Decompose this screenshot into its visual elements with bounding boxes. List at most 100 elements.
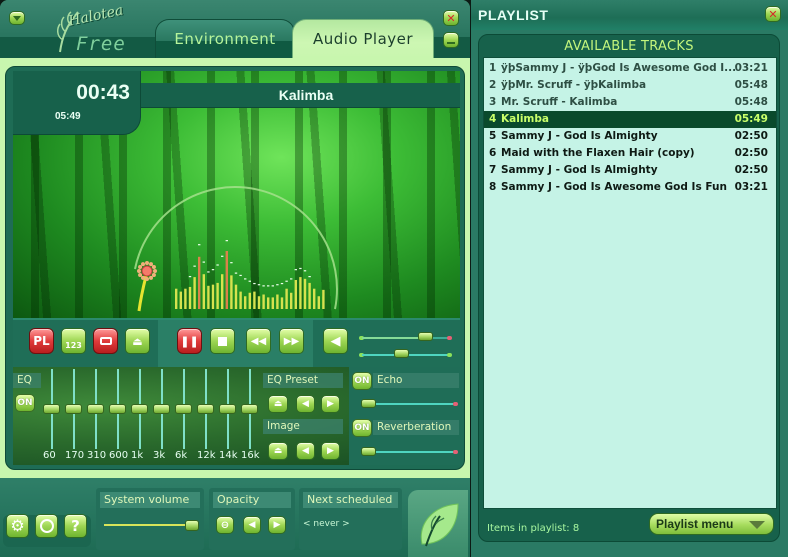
reverb-on-toggle[interactable]: ON [352,419,372,437]
spectrum-bar [271,297,274,309]
playlist-titlebar[interactable]: PLAYLIST ✕ [471,0,788,30]
eq-band-knob[interactable] [197,404,214,414]
image-prev-button[interactable]: ◀ [296,442,315,460]
play-order-button[interactable]: 123 [61,328,86,354]
volume-max-dot [447,336,452,340]
settings-button[interactable]: ⚙ [6,514,29,538]
track-row[interactable]: 8 Sammy J - God Is Awesome God Is Fun 03:2… [484,179,776,196]
opacity-toggle-button[interactable]: ⊖ [216,516,234,534]
track-duration: 02:50 [734,147,768,159]
eq-band-knob[interactable] [65,404,82,414]
track-list[interactable]: 1 ÿþSammy J - ÿþGod Is Awesome God I... 03… [483,57,777,509]
reverb-knob[interactable] [361,447,376,456]
flower-petal [149,275,153,280]
eject-button[interactable]: ⏏ [125,328,150,354]
eq-band-knob[interactable] [241,404,258,414]
spectrum-peak [294,269,297,271]
time-display[interactable]: 00:43 05:49 [13,71,141,135]
eq-band-knob[interactable] [131,404,148,414]
flower-petal [149,262,153,267]
bottom-bar: ⚙ ? System volume Opacity ⊖ ◀ ▶ Next sch… [0,478,470,557]
scheduler-button[interactable] [35,514,58,538]
close-button[interactable]: ✕ [443,10,459,26]
balance-knob[interactable] [393,349,409,358]
track-row[interactable]: 7 Sammy J - God Is Almighty 02:50 [484,162,776,179]
playlist-close-button[interactable]: ✕ [765,6,781,22]
eq-on-toggle[interactable]: ON [15,394,35,412]
system-volume-knob[interactable] [185,520,199,531]
track-row[interactable]: 5 Sammy J - God Is Almighty 02:50 [484,128,776,145]
equalizer-area: EQ ON 60 170 310 600 1k 3k 6k 12k 14k 16k EQ Pres… [13,367,460,465]
stop-button[interactable] [210,328,235,354]
player-titlebar[interactable]: Halotea Free Environment Audio Player ✕ [0,0,470,58]
eq-band-knob[interactable] [87,404,104,414]
spectrum-bar [207,285,210,309]
track-row[interactable]: 3 Mr. Scruff - Kalimba 05:48 [484,94,776,111]
spectrum-bar [322,289,325,309]
progress-flower-handle[interactable] [137,261,157,312]
previous-button[interactable]: ◀◀ [246,328,271,354]
echo-on-toggle[interactable]: ON [352,372,372,390]
eq-preset-load-button[interactable]: ⏏ [268,395,288,413]
environment-launcher-button[interactable] [408,490,468,557]
eq-preset-prev-button[interactable]: ◀ [296,395,315,413]
close-icon: ✕ [446,11,456,25]
mute-button[interactable]: ◀ [323,328,348,354]
spectrum-peak [253,282,256,285]
spectrum-peak [207,271,210,273]
track-name: Sammy J - God Is Awesome God Is Fun [501,181,727,193]
playlist-menu-button[interactable]: Playlist menu [649,513,774,535]
window-menu-button[interactable] [9,11,25,25]
minimize-icon [447,42,455,44]
leaf-icon [420,503,459,547]
spectrum-bar [290,292,293,309]
opacity-decrease-button[interactable]: ◀ [243,516,261,534]
track-duration: 05:48 [734,79,768,91]
spectrum-bar [294,280,297,309]
spectrum-bar [280,297,284,309]
eq-band-knob[interactable] [153,404,170,414]
eq-preset-next-button[interactable]: ▶ [321,395,340,413]
elapsed-time: 00:43 [76,81,130,104]
spectrum-bar [221,274,224,309]
next-button[interactable]: ▶▶ [279,328,304,354]
eq-band-knob[interactable] [109,404,126,414]
tab-audio-player[interactable]: Audio Player [292,19,434,58]
eq-band-knob[interactable] [219,404,236,414]
reverb-label: Reverberation [373,420,459,435]
opacity-icon: ⊖ [220,519,230,531]
track-row[interactable]: 2 ÿþMr. Scruff - ÿþKalimba 05:48 [484,77,776,94]
volume-knob[interactable] [418,332,434,341]
spectrum-bar [216,282,219,309]
spectrum-peak [271,285,274,287]
track-row[interactable]: 1 ÿþSammy J - ÿþGod Is Awesome God I... 03… [484,60,776,77]
now-playing-title: Kalimba [141,83,460,108]
opacity-increase-button[interactable]: ▶ [268,516,286,534]
image-next-button[interactable]: ▶ [321,442,340,460]
spectrum-peak [234,272,238,274]
image-load-button[interactable]: ⏏ [268,442,288,460]
flower-petal [137,269,141,273]
items-count: Items in playlist: 8 [487,523,580,534]
spectrum-peak [257,284,261,286]
track-row[interactable]: 6 Maid with the Flaxen Hair (copy) 02:50 [484,145,776,162]
track-row[interactable]: 4 Kalimba 05:49 [484,111,776,128]
eq-band-knob[interactable] [175,404,192,414]
flower-stem [137,275,148,312]
tab-environment[interactable]: Environment [155,19,295,58]
spectrum-bar [184,288,187,309]
echo-knob[interactable] [361,399,376,408]
arrow-right-icon: ▶ [327,446,334,456]
flower-petal [151,273,156,277]
playlist-toggle-button[interactable]: PL [29,328,54,354]
pause-button[interactable]: ❚❚ [177,328,202,354]
system-volume-panel: System volume [96,488,204,550]
track-duration: 05:49 [734,113,768,125]
help-button[interactable]: ? [64,514,87,538]
minimize-button[interactable] [443,32,459,48]
spectrum-peak [248,280,251,282]
spectrum-peak [216,264,219,266]
spectrum-bar [202,274,205,309]
repeat-button[interactable] [93,328,118,354]
eq-band-knob[interactable] [43,404,60,414]
